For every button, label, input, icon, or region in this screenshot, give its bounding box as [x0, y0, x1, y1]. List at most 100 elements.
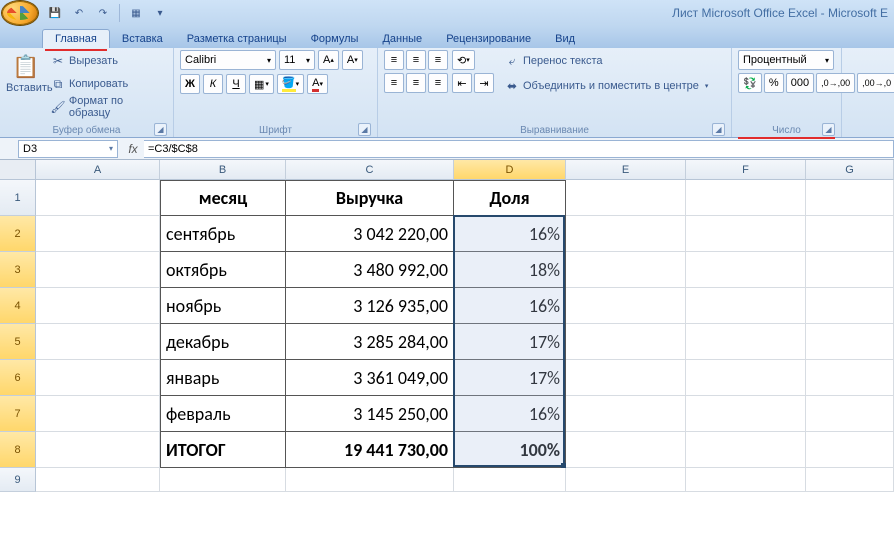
column-header-B[interactable]: B	[160, 160, 286, 180]
tab-формулы[interactable]: Формулы	[299, 30, 371, 48]
comma-button[interactable]: 000	[786, 73, 814, 93]
cell-B9[interactable]	[160, 468, 286, 492]
align-center-button[interactable]: ≡	[406, 73, 426, 93]
cell-D2[interactable]: 16%	[454, 216, 566, 252]
cell-E1[interactable]	[566, 180, 686, 216]
select-all-corner[interactable]	[0, 160, 36, 180]
format-painter-button[interactable]: 🖌Формат по образцу	[50, 96, 167, 118]
cell-D3[interactable]: 18%	[454, 252, 566, 288]
row-header-4[interactable]: 4	[0, 288, 36, 324]
decrease-decimal-button[interactable]: ,00→,0	[857, 73, 894, 93]
cell-C6[interactable]: 3 361 049,00	[286, 360, 454, 396]
cell-D6[interactable]: 17%	[454, 360, 566, 396]
cell-E5[interactable]	[566, 324, 686, 360]
cell-G3[interactable]	[806, 252, 894, 288]
cell-B5[interactable]: декабрь	[160, 324, 286, 360]
paste-button[interactable]: 📋 Вставить	[6, 50, 46, 94]
cell-E2[interactable]	[566, 216, 686, 252]
font-size-select[interactable]: 11▾	[279, 50, 315, 70]
fx-icon[interactable]: fx	[122, 142, 144, 156]
cell-B1[interactable]: месяц	[160, 180, 286, 216]
cell-E3[interactable]	[566, 252, 686, 288]
cell-F6[interactable]	[686, 360, 806, 396]
cell-G1[interactable]	[806, 180, 894, 216]
font-color-button[interactable]: A▾	[307, 74, 328, 94]
cell-E9[interactable]	[566, 468, 686, 492]
column-header-A[interactable]: A	[36, 160, 160, 180]
cell-F5[interactable]	[686, 324, 806, 360]
cell-B7[interactable]: февраль	[160, 396, 286, 432]
cell-F1[interactable]	[686, 180, 806, 216]
tab-данные[interactable]: Данные	[370, 30, 434, 48]
cell-D7[interactable]: 16%	[454, 396, 566, 432]
cell-A3[interactable]	[36, 252, 160, 288]
cell-D8[interactable]: 100%	[454, 432, 566, 468]
bold-button[interactable]: Ж	[180, 74, 200, 94]
row-header-5[interactable]: 5	[0, 324, 36, 360]
save-icon[interactable]: 💾	[44, 3, 66, 23]
cell-C2[interactable]: 3 042 220,00	[286, 216, 454, 252]
cell-D1[interactable]: Доля	[454, 180, 566, 216]
cell-A1[interactable]	[36, 180, 160, 216]
office-button[interactable]	[2, 1, 38, 25]
percent-button[interactable]: %	[764, 73, 784, 93]
formula-bar[interactable]: =C3/$C$8	[144, 140, 894, 158]
column-header-C[interactable]: C	[286, 160, 454, 180]
dialog-launcher-icon[interactable]: ◢	[358, 123, 371, 136]
quickprint-icon[interactable]: ▦	[125, 3, 147, 23]
cell-C3[interactable]: 3 480 992,00	[286, 252, 454, 288]
cell-C1[interactable]: Выручка	[286, 180, 454, 216]
align-left-button[interactable]: ≡	[384, 73, 404, 93]
cell-G4[interactable]	[806, 288, 894, 324]
italic-button[interactable]: К	[203, 74, 223, 94]
cell-B6[interactable]: январь	[160, 360, 286, 396]
cell-A6[interactable]	[36, 360, 160, 396]
column-header-E[interactable]: E	[566, 160, 686, 180]
cell-G8[interactable]	[806, 432, 894, 468]
worksheet[interactable]: ABCDEFG 123456789 месяцВыручкаДолясентяб…	[0, 160, 894, 540]
cell-A7[interactable]	[36, 396, 160, 432]
increase-decimal-button[interactable]: ,0→,00	[816, 73, 855, 93]
tab-главная[interactable]: Главная	[42, 29, 110, 48]
cell-A8[interactable]	[36, 432, 160, 468]
cell-D5[interactable]: 17%	[454, 324, 566, 360]
borders-button[interactable]: ▦▾	[249, 74, 274, 94]
fill-color-button[interactable]: 🪣▾	[277, 74, 304, 94]
wrap-text-button[interactable]: ⤶Перенос текста	[504, 50, 708, 72]
cell-E8[interactable]	[566, 432, 686, 468]
column-header-F[interactable]: F	[686, 160, 806, 180]
cell-C7[interactable]: 3 145 250,00	[286, 396, 454, 432]
cell-F2[interactable]	[686, 216, 806, 252]
cell-C8[interactable]: 19 441 730,00	[286, 432, 454, 468]
cell-B8[interactable]: ИТОГОГ	[160, 432, 286, 468]
tab-рецензирование[interactable]: Рецензирование	[434, 30, 543, 48]
merge-center-button[interactable]: ⬌Объединить и поместить в центре▾	[504, 75, 708, 97]
customize-qat-icon[interactable]: ▾	[149, 3, 171, 23]
row-header-7[interactable]: 7	[0, 396, 36, 432]
grow-font-button[interactable]: A▴	[318, 50, 339, 70]
cell-B4[interactable]: ноябрь	[160, 288, 286, 324]
tab-вставка[interactable]: Вставка	[110, 30, 175, 48]
cell-E7[interactable]	[566, 396, 686, 432]
cell-G6[interactable]	[806, 360, 894, 396]
dialog-launcher-icon[interactable]: ◢	[154, 123, 167, 136]
orientation-button[interactable]: ⟲▾	[452, 50, 475, 70]
tab-вид[interactable]: Вид	[543, 30, 587, 48]
cell-B2[interactable]: сентябрь	[160, 216, 286, 252]
cell-E6[interactable]	[566, 360, 686, 396]
cut-button[interactable]: ✂Вырезать	[50, 50, 167, 72]
copy-button[interactable]: ⧉Копировать	[50, 73, 167, 95]
cell-A9[interactable]	[36, 468, 160, 492]
cell-F7[interactable]	[686, 396, 806, 432]
cell-F4[interactable]	[686, 288, 806, 324]
currency-button[interactable]: 💱	[738, 73, 762, 93]
row-header-9[interactable]: 9	[0, 468, 36, 492]
cell-A5[interactable]	[36, 324, 160, 360]
cell-G9[interactable]	[806, 468, 894, 492]
dialog-launcher-icon[interactable]: ◢	[822, 123, 835, 136]
align-bottom-button[interactable]: ≡	[428, 50, 448, 70]
cell-G2[interactable]	[806, 216, 894, 252]
align-right-button[interactable]: ≡	[428, 73, 448, 93]
row-header-2[interactable]: 2	[0, 216, 36, 252]
row-header-6[interactable]: 6	[0, 360, 36, 396]
